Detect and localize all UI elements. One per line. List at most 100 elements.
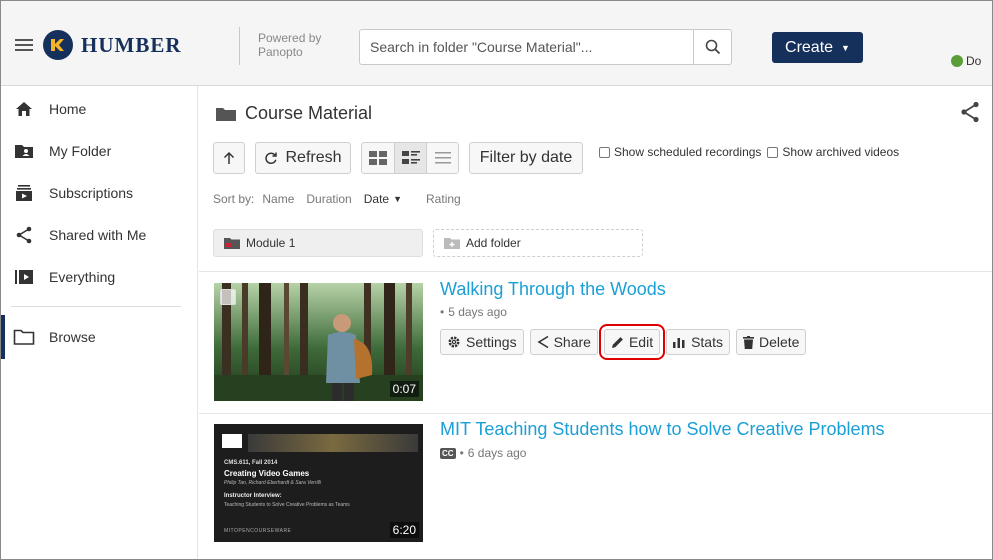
sort-rating[interactable]: Rating xyxy=(426,192,461,206)
header-divider xyxy=(239,27,240,65)
subfolder-label: Module 1 xyxy=(246,236,296,250)
sidebar-item-label: My Folder xyxy=(49,143,112,159)
sidebar: Home My Folder Subscriptions Shared with… xyxy=(1,86,198,559)
user-avatar-icon xyxy=(951,55,963,67)
checkbox-icon xyxy=(767,146,779,158)
sort-duration[interactable]: Duration xyxy=(306,192,351,206)
sort-date[interactable]: Date ▼ xyxy=(364,192,414,206)
share-icon xyxy=(961,101,979,123)
detail-view-button[interactable] xyxy=(394,143,426,173)
show-scheduled-label: Show scheduled recordings xyxy=(614,145,762,159)
sidebar-item-browse[interactable]: Browse xyxy=(1,315,197,359)
sidebar-item-my-folder[interactable]: My Folder xyxy=(1,130,197,172)
duration-badge: 0:07 xyxy=(389,381,419,397)
thumb-footer: MITOPENCOURSEWARE xyxy=(224,528,292,534)
sidebar-item-subscriptions[interactable]: Subscriptions xyxy=(1,172,197,214)
thumb-course-name: Creating Video Games xyxy=(224,469,310,478)
bar-chart-icon xyxy=(673,336,686,348)
session-date: 5 days ago xyxy=(448,305,507,319)
delete-label: Delete xyxy=(758,334,800,350)
edit-label: Edit xyxy=(628,334,654,350)
session-thumbnail[interactable]: 0:07 xyxy=(214,283,423,401)
user-menu[interactable]: Do xyxy=(951,54,981,68)
humber-logo[interactable]: HUMBER xyxy=(43,30,182,60)
mit-logo xyxy=(222,434,242,448)
home-icon xyxy=(13,100,35,118)
session-meta: CC • 6 days ago xyxy=(440,446,526,460)
refresh-label: Refresh xyxy=(285,149,342,166)
delete-button[interactable]: Delete xyxy=(735,329,807,355)
create-button-label: Create xyxy=(785,38,834,56)
session-actions: Settings Share Edit Stats Delete xyxy=(440,324,812,360)
page-title: Course Material xyxy=(215,103,372,124)
subfolder-module-1[interactable]: Module 1 xyxy=(213,229,423,257)
caret-down-icon: ▼ xyxy=(841,42,850,53)
up-folder-button[interactable] xyxy=(213,142,245,174)
settings-label: Settings xyxy=(466,334,517,350)
detail-list-icon xyxy=(401,151,420,164)
show-scheduled-checkbox[interactable]: Show scheduled recordings xyxy=(599,145,761,159)
bullet-icon: • xyxy=(459,446,464,460)
session-meta: • 5 days ago xyxy=(440,305,507,319)
tile-view-button[interactable] xyxy=(362,143,394,173)
search-icon xyxy=(705,39,720,55)
share-icon xyxy=(13,226,35,244)
caret-down-icon: ▼ xyxy=(393,194,403,204)
folder-title-text: Course Material xyxy=(245,103,373,123)
settings-button[interactable]: Settings xyxy=(440,329,524,355)
menu-icon[interactable] xyxy=(15,39,33,51)
refresh-button[interactable]: Refresh xyxy=(255,142,351,174)
main-content: Course Material Refresh Filter by date S… xyxy=(199,86,992,559)
folder-icon xyxy=(216,107,236,121)
sidebar-item-label: Browse xyxy=(49,329,96,345)
sidebar-item-shared[interactable]: Shared with Me xyxy=(1,214,197,256)
humber-logo-mark xyxy=(43,30,73,60)
edit-button[interactable]: Edit xyxy=(598,324,666,360)
humber-logo-text: HUMBER xyxy=(81,32,182,57)
sidebar-item-everything[interactable]: Everything xyxy=(1,256,197,298)
subscriptions-icon xyxy=(13,184,35,202)
share-folder-button[interactable] xyxy=(960,101,980,126)
show-archived-checkbox[interactable]: Show archived videos xyxy=(767,145,899,159)
search-input[interactable] xyxy=(360,30,692,64)
select-checkbox[interactable] xyxy=(220,289,236,305)
mit-logo-banner xyxy=(248,434,418,452)
add-folder-icon xyxy=(444,238,460,249)
folder-icon xyxy=(13,328,35,346)
create-button[interactable]: Create ▼ xyxy=(772,32,863,63)
search-button[interactable] xyxy=(693,30,731,64)
thumb-course: CMS.611, Fall 2014 xyxy=(224,460,278,466)
session-row: CMS.611, Fall 2014 Creating Video Games … xyxy=(199,413,992,559)
sidebar-item-home[interactable]: Home xyxy=(1,88,197,130)
session-thumbnail[interactable]: CMS.611, Fall 2014 Creating Video Games … xyxy=(214,424,423,542)
list-icon xyxy=(434,152,451,164)
everything-icon xyxy=(13,268,35,286)
list-view-button[interactable] xyxy=(426,143,458,173)
sidebar-item-label: Subscriptions xyxy=(49,185,134,201)
share-icon xyxy=(537,335,549,349)
share-button[interactable]: Share xyxy=(529,329,598,355)
add-folder-label: Add folder xyxy=(466,236,521,250)
gear-icon xyxy=(447,335,461,349)
thumb-topic: Teaching Students to Solve Creative Prob… xyxy=(224,502,350,508)
arrow-up-icon xyxy=(223,151,235,164)
top-header: HUMBER Powered by Panopto Create ▼ Do xyxy=(1,1,992,86)
add-folder-button[interactable]: Add folder xyxy=(433,229,643,257)
sort-label: Sort by: xyxy=(213,192,255,206)
grid-icon xyxy=(369,151,387,165)
session-row: 0:07 Walking Through the Woods • 5 days … xyxy=(199,271,992,413)
stats-label: Stats xyxy=(691,334,723,350)
powered-by-text: Powered by Panopto xyxy=(258,31,322,59)
user-folder-icon xyxy=(13,142,35,160)
sort-name[interactable]: Name xyxy=(262,192,294,206)
view-mode-group xyxy=(361,142,459,174)
folder-icon xyxy=(224,238,240,249)
pencil-icon xyxy=(611,336,624,349)
session-title-link[interactable]: Walking Through the Woods xyxy=(440,279,666,300)
session-title-link[interactable]: MIT Teaching Students how to Solve Creat… xyxy=(440,419,885,440)
filter-by-date-button[interactable]: Filter by date xyxy=(469,142,583,174)
sidebar-item-label: Shared with Me xyxy=(49,227,147,243)
stats-button[interactable]: Stats xyxy=(666,329,730,355)
sidebar-divider xyxy=(11,306,181,307)
thumb-people: Philip Tan, Richard Eberhardt & Sara Ver… xyxy=(224,480,321,486)
